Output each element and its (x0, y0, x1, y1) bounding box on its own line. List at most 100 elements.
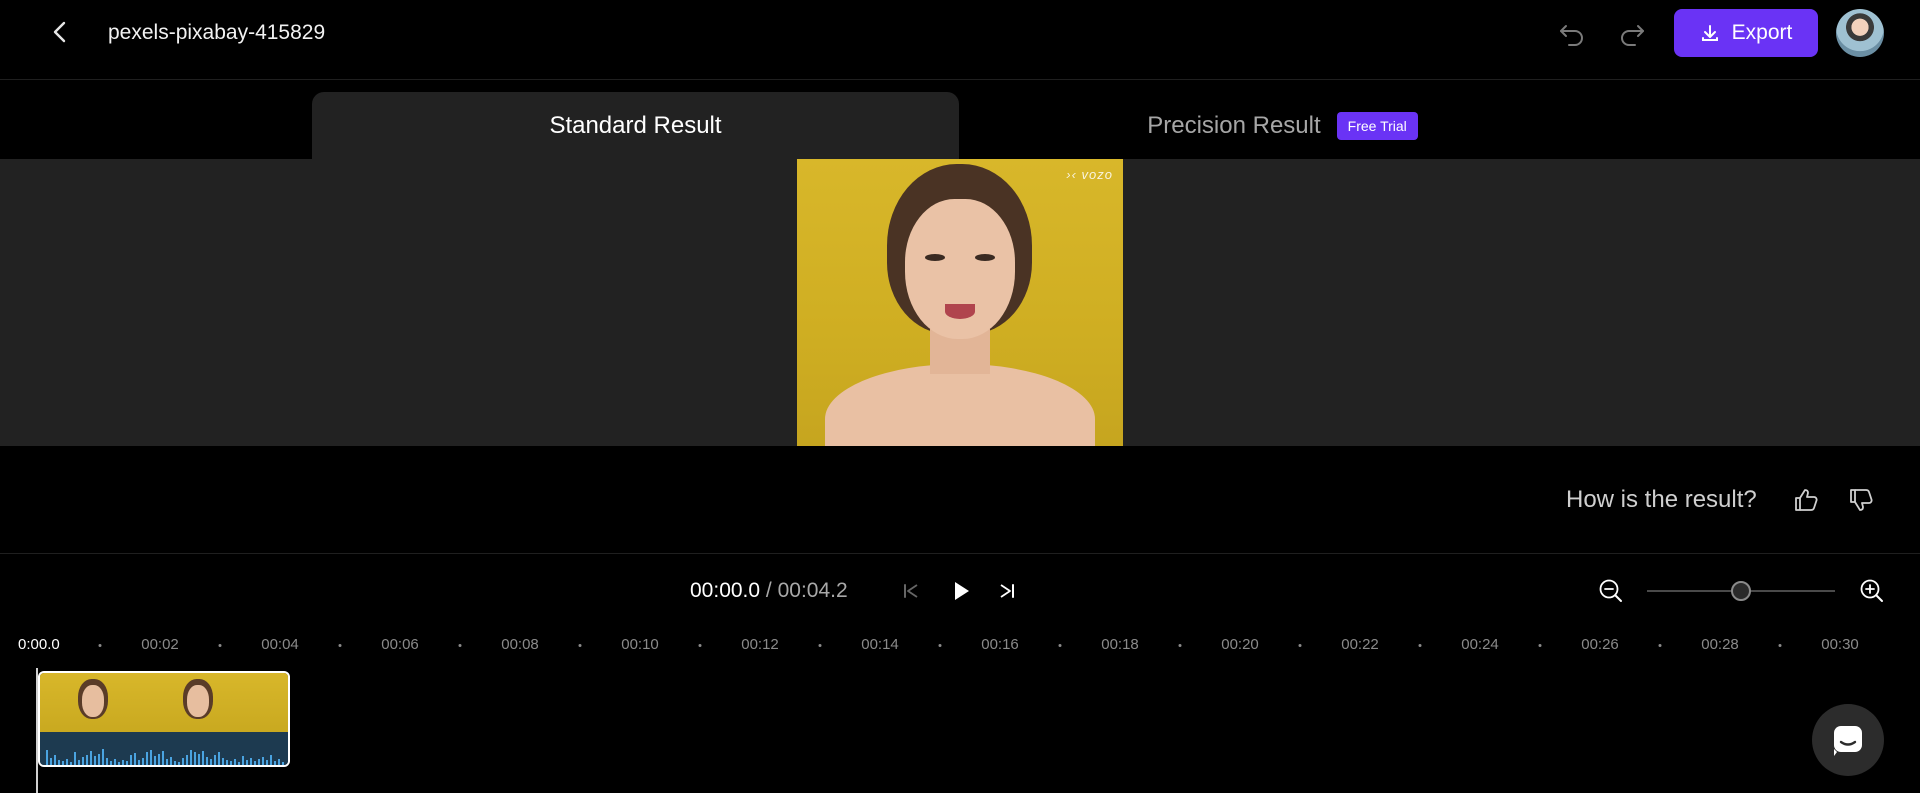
waveform-bar (238, 762, 240, 765)
ruler-tick-dot (458, 644, 462, 647)
ruler-tick-dot (1178, 644, 1182, 647)
waveform-bar (214, 755, 216, 765)
waveform-bar (246, 760, 248, 765)
zoom-in-button[interactable] (1858, 577, 1886, 605)
ruler-tick-dot (1538, 644, 1542, 647)
feedback-question: How is the result? (1566, 486, 1757, 513)
waveform-bar (182, 758, 184, 765)
waveform-bar (138, 760, 140, 765)
ruler-tick-label: 00:04 (261, 636, 299, 653)
zoom-in-icon (1860, 579, 1883, 602)
zoom-out-icon (1599, 579, 1622, 602)
waveform-bar (46, 750, 48, 765)
video-subject-eye (975, 254, 995, 261)
waveform-bar (230, 761, 232, 765)
export-button[interactable]: Export (1674, 9, 1818, 57)
next-frame-button[interactable] (996, 580, 1018, 602)
ruler-tick-dot (938, 644, 942, 647)
waveform-bar (150, 750, 152, 765)
thumbs-down-icon (1850, 489, 1873, 511)
waveform-bar (106, 758, 108, 765)
ruler-tick-dot (578, 644, 582, 647)
total-time: 00:04.2 (777, 579, 848, 602)
play-icon (955, 582, 969, 600)
redo-button[interactable] (1617, 18, 1647, 48)
ruler-tick-dot (98, 644, 102, 647)
waveform-bar (114, 759, 116, 765)
watermark: ›‹ vozo (1066, 167, 1113, 182)
waveform-bar (94, 756, 96, 765)
ruler-tick-label: 00:10 (621, 636, 659, 653)
waveform-bar (166, 759, 168, 765)
video-clip[interactable] (38, 671, 290, 767)
zoom-out-button[interactable] (1597, 577, 1625, 605)
waveform-bar (62, 761, 64, 765)
undo-button[interactable] (1557, 18, 1587, 48)
waveform-bar (162, 751, 164, 765)
ruler-current-time: 0:00.0 (18, 636, 60, 653)
ruler-tick-dot (1418, 644, 1422, 647)
ruler-tick-label: 00:22 (1341, 636, 1379, 653)
playhead[interactable] (36, 668, 38, 793)
waveform-bar (66, 759, 68, 765)
ruler-tick-dot (338, 644, 342, 647)
time-display: 00:00.0 / 00:04.2 (690, 579, 848, 603)
waveform-bar (78, 760, 80, 765)
waveform-bar (50, 758, 52, 765)
play-button[interactable] (948, 578, 974, 604)
redo-icon (1621, 25, 1644, 46)
waveform-bar (194, 752, 196, 765)
waveform-bar (58, 760, 60, 765)
zoom-slider-handle[interactable] (1731, 581, 1751, 601)
waveform-bar (90, 751, 92, 765)
tab-standard-result[interactable]: Standard Result (312, 92, 959, 159)
skip-forward-icon (1000, 584, 1014, 598)
ruler-tick-dot (1778, 644, 1782, 647)
audio-waveform (40, 732, 288, 765)
waveform-bar (262, 757, 264, 765)
previous-frame-button[interactable] (900, 580, 922, 602)
skip-back-icon (904, 584, 918, 598)
zoom-slider[interactable] (1647, 581, 1835, 601)
waveform-bar (250, 758, 252, 765)
clip-thumbnail (145, 673, 250, 732)
thumbs-up-button[interactable] (1792, 486, 1820, 514)
ruler-tick-dot (698, 644, 702, 647)
waveform-bar (206, 757, 208, 765)
export-label: Export (1731, 21, 1793, 44)
preview-area: ›‹ vozo (0, 159, 1920, 446)
ruler-tick-label: 00:14 (861, 636, 899, 653)
video-subject-body (825, 364, 1095, 446)
chat-icon (1834, 726, 1862, 756)
ruler-tick-label: 00:06 (381, 636, 419, 653)
chat-button[interactable] (1812, 704, 1884, 776)
tab-precision-label: Precision Result (1147, 111, 1321, 139)
waveform-bar (210, 759, 212, 765)
waveform-bar (118, 762, 120, 765)
video-preview[interactable]: ›‹ vozo (797, 159, 1123, 446)
tab-precision-result[interactable]: Precision Result Free Trial (959, 92, 1606, 159)
ruler-tick-label: 00:02 (141, 636, 179, 653)
timeline-ruler[interactable]: 0:00.0 00:02 00:04 00:06 00:08 00:10 00:12 00:… (0, 636, 1920, 656)
thumbs-down-button[interactable] (1847, 486, 1875, 514)
waveform-bar (258, 759, 260, 765)
waveform-bar (170, 757, 172, 765)
waveform-bar (134, 753, 136, 765)
ruler-tick-dot (1058, 644, 1062, 647)
ruler-tick-dot (218, 644, 222, 647)
ruler-tick-label: 00:26 (1581, 636, 1619, 653)
waveform-bar (54, 755, 56, 765)
ruler-tick-dot (1298, 644, 1302, 647)
ruler-tick-label: 00:16 (981, 636, 1019, 653)
waveform-bar (266, 760, 268, 765)
waveform-bar (126, 761, 128, 765)
clip-thumbnails (40, 673, 288, 732)
waveform-bar (70, 762, 72, 765)
avatar[interactable] (1836, 9, 1884, 57)
result-tabs: Standard Result Precision Result Free Tr… (0, 92, 1920, 159)
back-button[interactable] (46, 18, 74, 46)
ruler-tick-dot (1658, 644, 1662, 647)
waveform-bar (130, 755, 132, 765)
waveform-bar (122, 760, 124, 765)
undo-icon (1560, 25, 1583, 46)
